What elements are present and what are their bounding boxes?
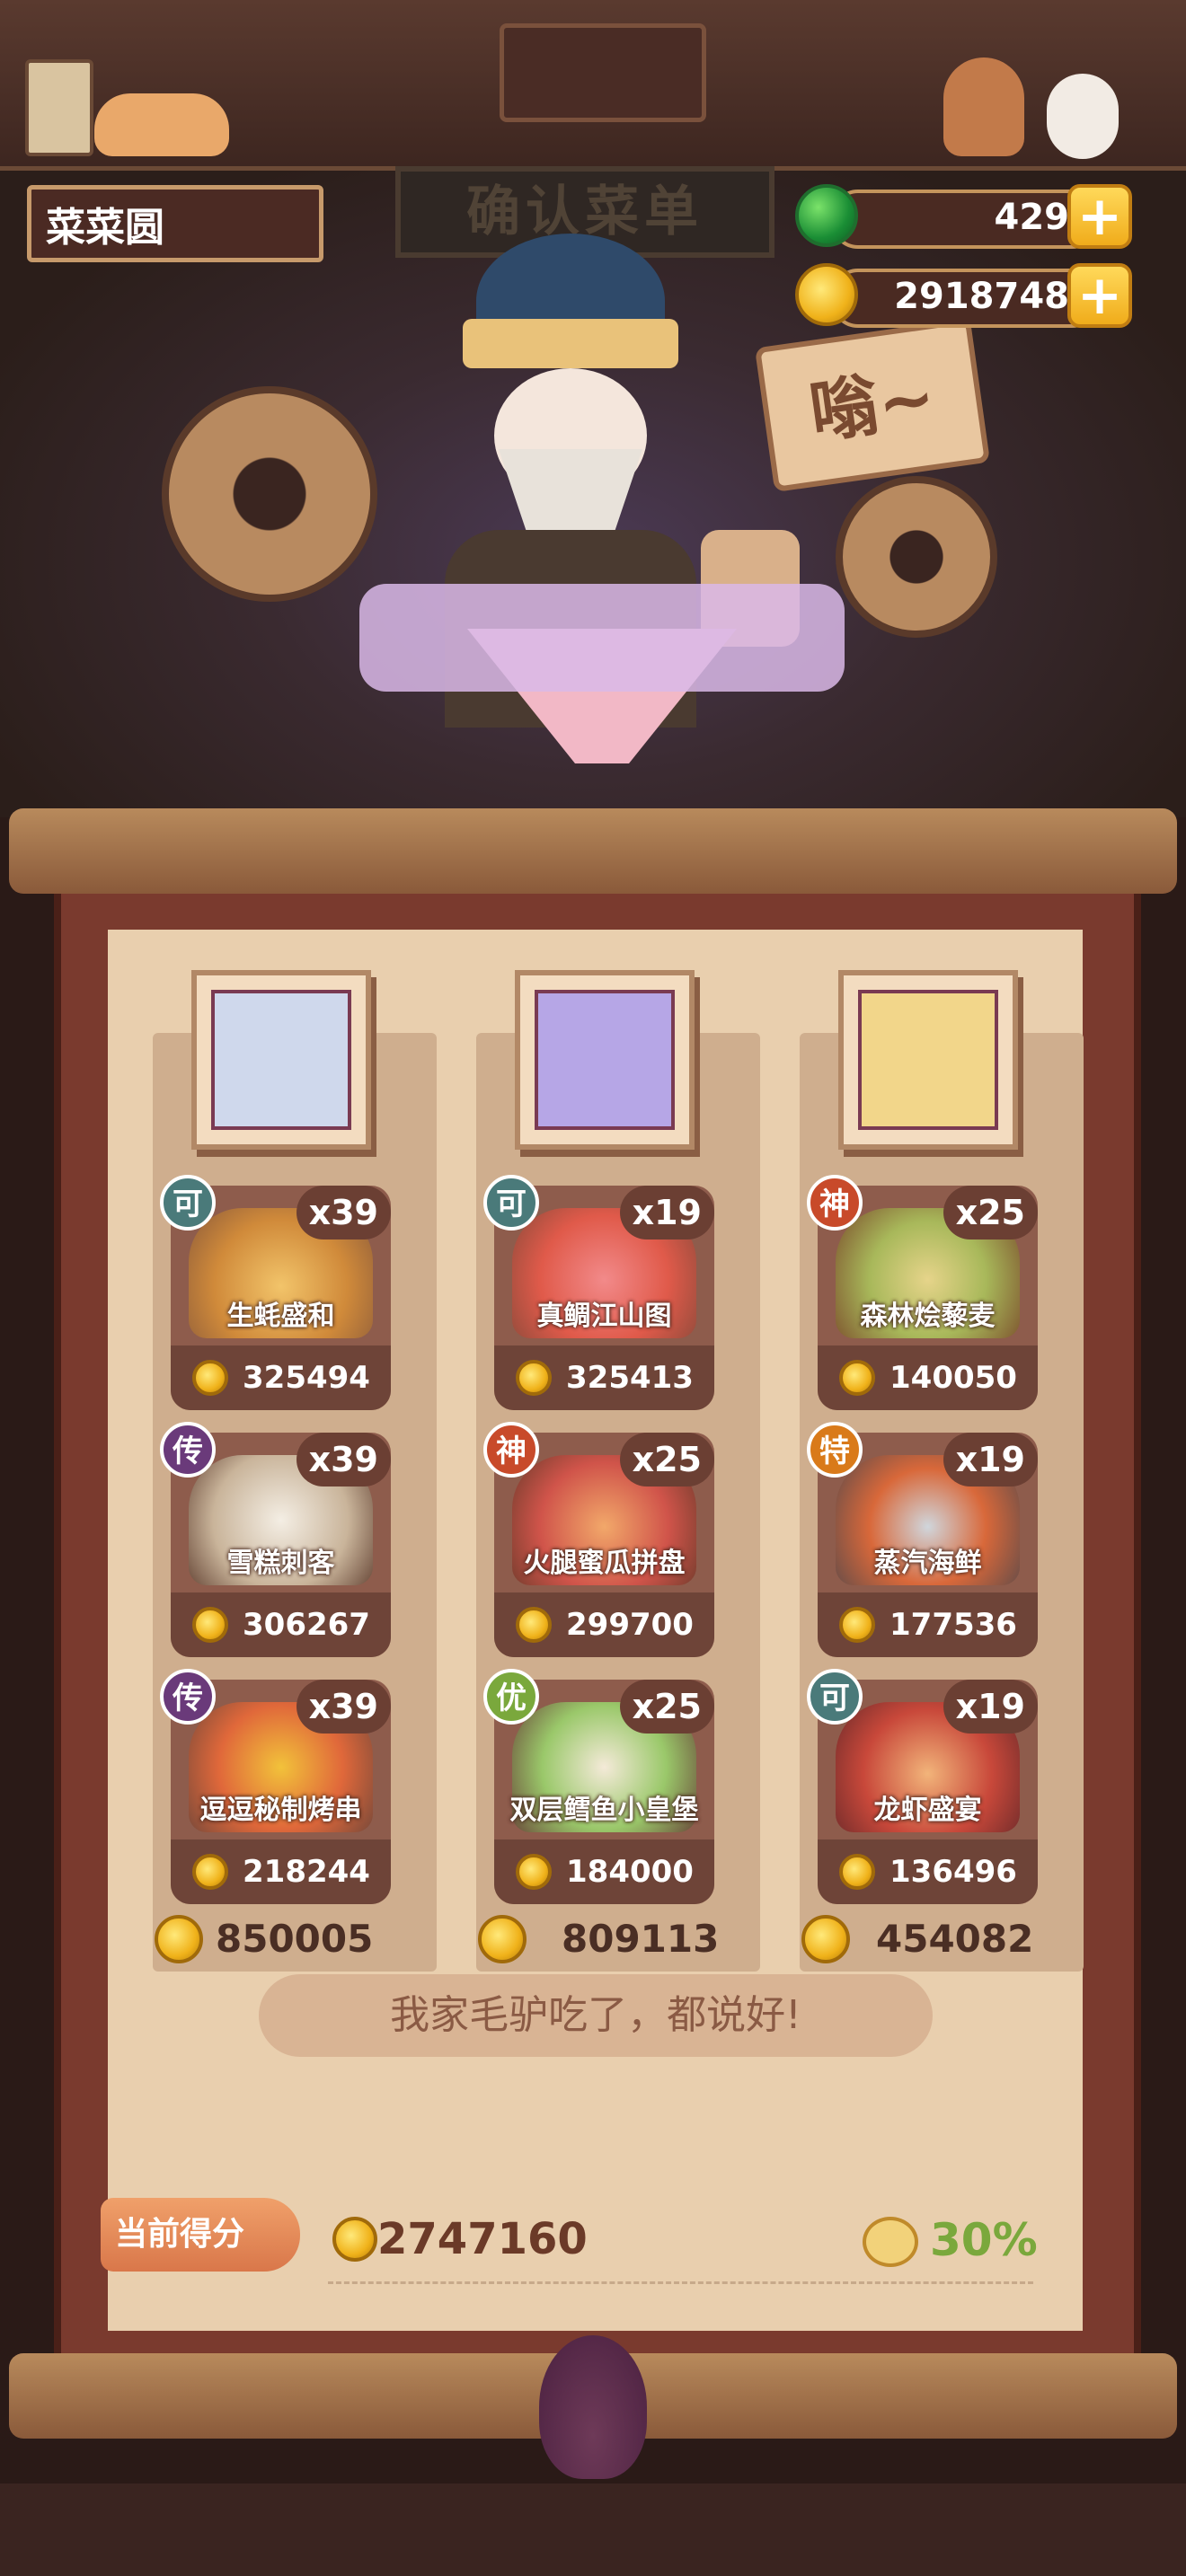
dish-count: x19	[943, 1433, 1038, 1486]
dish-card[interactable]: 蒸汽海鲜 177536 x19 特	[807, 1422, 1038, 1657]
jade-currency: 429 +	[795, 184, 1132, 249]
dish-count: x19	[943, 1680, 1038, 1734]
column-total: 809113	[458, 1904, 742, 1967]
dish-card[interactable]: 生蚝盛和 325494 x39 可	[160, 1175, 391, 1410]
left-fan-icon	[162, 386, 377, 602]
dish-card[interactable]: 龙虾盛宴 136496 x19 可	[807, 1669, 1038, 1904]
chef-portrait[interactable]	[515, 970, 695, 1150]
rarity-badge: 传	[160, 1422, 216, 1478]
column-total-value: 809113	[562, 1917, 720, 1961]
dish-name: 火腿蜜瓜拼盘	[523, 1548, 686, 1579]
piggy-bank-icon	[863, 2217, 918, 2267]
dish-price: 184000	[566, 1854, 694, 1890]
dish-price: 306267	[243, 1607, 370, 1643]
scroll-icon[interactable]	[25, 59, 93, 156]
jade-icon	[795, 184, 858, 247]
coin-icon	[192, 1360, 228, 1396]
current-score-value: 2747160	[377, 2214, 588, 2264]
rarity-badge: 特	[807, 1422, 863, 1478]
chef-portrait[interactable]	[191, 970, 371, 1150]
dish-name: 雪糕刺客	[226, 1548, 335, 1579]
dish-name: 双层鳕鱼小皇堡	[509, 1795, 699, 1826]
add-coin-button[interactable]: +	[1067, 263, 1132, 328]
dish-name: 逗逗秘制烤串	[199, 1795, 362, 1826]
coin-icon	[332, 2217, 377, 2262]
coin-icon	[478, 1915, 527, 1963]
rarity-badge: 传	[160, 1669, 216, 1725]
dish-card[interactable]: 火腿蜜瓜拼盘 299700 x25 神	[483, 1422, 714, 1657]
current-score-label: 当前得分	[101, 2198, 300, 2272]
dish-card[interactable]: 真鲷江山图 325413 x19 可	[483, 1175, 714, 1410]
dish-count: x19	[619, 1186, 714, 1239]
jade-value: 429	[994, 197, 1070, 238]
dish-card[interactable]: 雪糕刺客 306267 x39 传	[160, 1422, 391, 1657]
dish-price: 136496	[890, 1854, 1017, 1890]
right-fan-icon	[836, 476, 997, 638]
character-banner[interactable]	[500, 23, 706, 122]
dish-price: 218244	[243, 1854, 370, 1890]
coin-icon	[516, 1360, 552, 1396]
rarity-badge: 神	[807, 1175, 863, 1231]
cat-icon	[94, 93, 229, 156]
coin-icon	[155, 1915, 203, 1963]
dish-count: x39	[296, 1186, 391, 1239]
dish-name: 蒸汽海鲜	[873, 1548, 982, 1579]
dish-card[interactable]: 逗逗秘制烤串 218244 x39 传	[160, 1669, 391, 1904]
chef-portrait[interactable]	[838, 970, 1018, 1150]
dish-name: 真鲷江山图	[536, 1301, 672, 1332]
cat-character-icon	[1047, 74, 1119, 159]
table	[359, 584, 845, 692]
slogan-banner: 我家毛驴吃了，都说好!	[259, 1974, 933, 2057]
dish-count: x25	[619, 1433, 714, 1486]
rarity-badge: 优	[483, 1669, 539, 1725]
coin-icon	[192, 1854, 228, 1890]
dish-price: 140050	[890, 1360, 1017, 1396]
coin-value: 2918748	[894, 276, 1069, 317]
dish-price: 177536	[890, 1607, 1017, 1643]
tassel-ornament	[539, 2335, 647, 2479]
dish-count: x25	[943, 1186, 1038, 1239]
add-jade-button[interactable]: +	[1067, 184, 1132, 249]
divider	[328, 2281, 1033, 2284]
restaurant-name: 菜菜圆	[27, 185, 323, 262]
dish-price: 325494	[243, 1360, 370, 1396]
rarity-badge: 可	[483, 1175, 539, 1231]
dish-name: 龙虾盛宴	[873, 1795, 982, 1826]
coin-icon	[516, 1607, 552, 1643]
rarity-badge: 可	[160, 1175, 216, 1231]
bonus-percent: 30%	[930, 2214, 1038, 2266]
dish-price: 325413	[566, 1360, 694, 1396]
column-total: 850005	[135, 1904, 419, 1967]
coin-icon	[839, 1360, 875, 1396]
dish-count: x25	[619, 1680, 714, 1734]
dish-count: x39	[296, 1433, 391, 1486]
dish-count: x39	[296, 1680, 391, 1734]
dish-card[interactable]: 双层鳕鱼小皇堡 184000 x25 优	[483, 1669, 714, 1904]
coin-icon	[839, 1607, 875, 1643]
rarity-badge: 可	[807, 1669, 863, 1725]
coin-currency: 2918748 +	[795, 263, 1132, 328]
coin-icon	[516, 1854, 552, 1890]
girl-character-icon	[943, 57, 1024, 156]
column-total-value: 850005	[216, 1917, 374, 1961]
column-total: 454082	[782, 1904, 1066, 1967]
dish-price: 299700	[566, 1607, 694, 1643]
dish-name: 森林烩藜麦	[860, 1301, 996, 1332]
dish-name: 生蚝盛和	[226, 1301, 335, 1332]
scroll-rod-top	[9, 808, 1177, 894]
column-total-value: 454082	[876, 1917, 1034, 1961]
coin-icon	[795, 263, 858, 326]
rarity-badge: 神	[483, 1422, 539, 1478]
coin-icon	[801, 1915, 850, 1963]
coin-icon	[839, 1854, 875, 1890]
coin-icon	[192, 1607, 228, 1643]
hum-sign: 嗡~	[754, 317, 991, 493]
bottom-bar	[0, 2483, 1186, 2576]
dish-card[interactable]: 森林烩藜麦 140050 x25 神	[807, 1175, 1038, 1410]
